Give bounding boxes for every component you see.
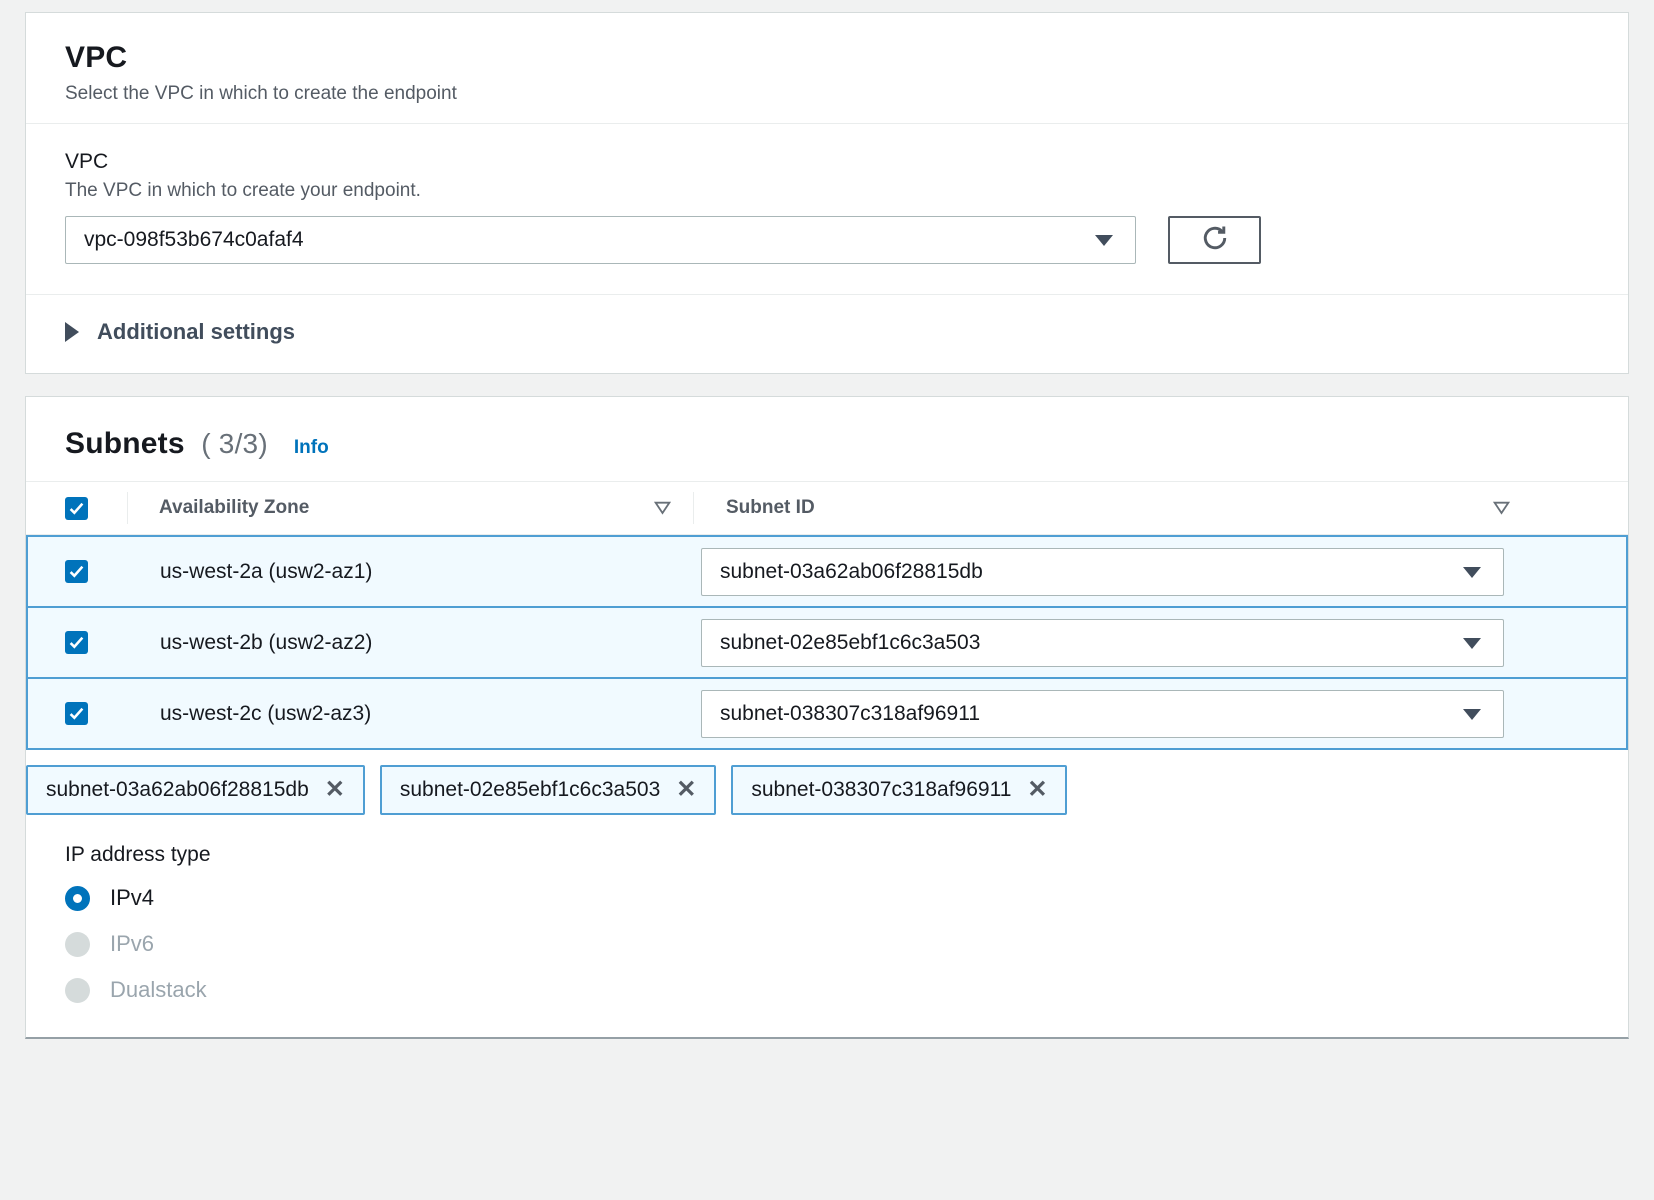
subnet-token-label: subnet-03a62ab06f28815db <box>46 778 309 802</box>
page: VPC Select the VPC in which to create th… <box>0 0 1654 1039</box>
table-row: us-west-2a (usw2-az1) subnet-03a62ab06f2… <box>28 535 1626 606</box>
vpc-select[interactable]: vpc-098f53b674c0afaf4 <box>65 216 1136 264</box>
close-icon[interactable]: ✕ <box>325 778 345 802</box>
subnet-token: subnet-038307c318af96911 ✕ <box>731 765 1067 815</box>
additional-settings-label: Additional settings <box>97 319 295 345</box>
chevron-down-icon <box>1095 235 1113 246</box>
subnet-token-label: subnet-038307c318af96911 <box>751 778 1011 802</box>
vpc-field-section: VPC The VPC in which to create your endp… <box>26 124 1628 294</box>
table-row: us-west-2b (usw2-az2) subnet-02e85ebf1c6… <box>28 606 1626 677</box>
vpc-field-label: VPC <box>65 150 1589 174</box>
availability-zone-cell: us-west-2c (usw2-az3) <box>128 702 693 726</box>
subnets-header: Subnets ( 3/3) Info <box>26 397 1628 481</box>
subnets-count: ( 3/3) <box>201 428 268 459</box>
subnet-token: subnet-02e85ebf1c6c3a503 ✕ <box>380 765 717 815</box>
subnet-select[interactable]: subnet-038307c318af96911 <box>701 690 1504 738</box>
row-checkbox[interactable] <box>65 560 88 583</box>
subnets-title: Subnets ( 3/3) <box>65 427 268 461</box>
subnet-select-value: subnet-03a62ab06f28815db <box>720 560 983 584</box>
subnet-token-label: subnet-02e85ebf1c6c3a503 <box>400 778 660 802</box>
subnet-select[interactable]: subnet-02e85ebf1c6c3a503 <box>701 619 1504 667</box>
subnet-select-value: subnet-038307c318af96911 <box>720 702 980 726</box>
table-row: us-west-2c (usw2-az3) subnet-038307c318a… <box>28 677 1626 748</box>
radio-dualstack: Dualstack <box>65 977 1589 1003</box>
radio-selected-icon <box>65 886 90 911</box>
radio-ipv4[interactable]: IPv4 <box>65 885 1589 911</box>
refresh-button[interactable] <box>1168 216 1261 264</box>
vpc-card-header: VPC Select the VPC in which to create th… <box>26 13 1628 123</box>
radio-disabled-icon <box>65 978 90 1003</box>
radio-disabled-icon <box>65 932 90 957</box>
column-header-availability-zone: Availability Zone <box>159 497 309 519</box>
filter-triangle-icon[interactable] <box>1493 501 1510 515</box>
refresh-icon <box>1199 222 1231 259</box>
vpc-card-title: VPC <box>65 41 1589 75</box>
info-link[interactable]: Info <box>294 437 329 459</box>
ip-address-type-label: IP address type <box>65 843 1589 867</box>
vpc-select-value: vpc-098f53b674c0afaf4 <box>84 228 304 252</box>
subnet-token: subnet-03a62ab06f28815db ✕ <box>26 765 365 815</box>
selected-rows: us-west-2a (usw2-az1) subnet-03a62ab06f2… <box>26 535 1628 750</box>
chevron-down-icon <box>1463 709 1481 720</box>
expand-triangle-icon <box>65 322 79 342</box>
availability-zone-cell: us-west-2b (usw2-az2) <box>128 631 693 655</box>
ip-address-type-section: IP address type IPv4 IPv6 Dualstack <box>26 815 1628 1037</box>
column-header-subnet-id: Subnet ID <box>726 497 815 519</box>
radio-ipv6-label: IPv6 <box>110 931 154 957</box>
radio-dualstack-label: Dualstack <box>110 977 207 1003</box>
close-icon[interactable]: ✕ <box>1027 778 1047 802</box>
subnet-select-value: subnet-02e85ebf1c6c3a503 <box>720 631 980 655</box>
availability-zone-cell: us-west-2a (usw2-az1) <box>128 560 693 584</box>
row-checkbox[interactable] <box>65 702 88 725</box>
vpc-card: VPC Select the VPC in which to create th… <box>25 12 1629 374</box>
subnets-table-header: Availability Zone Subnet ID <box>26 481 1628 535</box>
subnets-title-text: Subnets <box>65 427 185 460</box>
chevron-down-icon <box>1463 638 1481 649</box>
close-icon[interactable]: ✕ <box>676 778 696 802</box>
additional-settings-expander[interactable]: Additional settings <box>26 295 1628 373</box>
filter-triangle-icon[interactable] <box>654 501 671 515</box>
radio-ipv4-label: IPv4 <box>110 885 154 911</box>
radio-ipv6: IPv6 <box>65 931 1589 957</box>
chevron-down-icon <box>1463 567 1481 578</box>
vpc-card-subtitle: Select the VPC in which to create the en… <box>65 83 1589 105</box>
select-all-checkbox[interactable] <box>65 497 88 520</box>
subnet-select[interactable]: subnet-03a62ab06f28815db <box>701 548 1504 596</box>
subnets-card: Subnets ( 3/3) Info Availability Zone Su… <box>25 396 1629 1039</box>
vpc-field-description: The VPC in which to create your endpoint… <box>65 180 1589 202</box>
row-checkbox[interactable] <box>65 631 88 654</box>
selected-subnet-tokens: subnet-03a62ab06f28815db ✕ subnet-02e85e… <box>26 765 1628 815</box>
